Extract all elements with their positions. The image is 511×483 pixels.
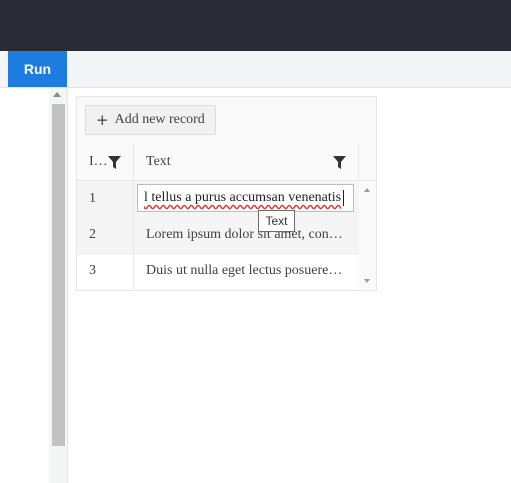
cell-id[interactable]: 1 bbox=[77, 181, 134, 217]
cell-id[interactable]: 2 bbox=[77, 217, 134, 253]
column-header-id[interactable]: I… bbox=[77, 144, 134, 180]
grid-scroll-down-icon[interactable] bbox=[364, 279, 370, 283]
column-header-id-label: I… bbox=[89, 154, 108, 169]
column-header-text-label: Text bbox=[146, 154, 171, 169]
grid-scroll-up-icon[interactable] bbox=[364, 188, 370, 192]
grid-header-row: I… Text bbox=[77, 144, 376, 181]
grid-scrollbar[interactable] bbox=[359, 181, 376, 290]
grid-toolbar: + Add new record bbox=[77, 97, 376, 145]
cell-text[interactable]: Duis ut nulla eget lectus posuere… bbox=[134, 253, 359, 289]
table-row[interactable]: 3 Duis ut nulla eget lectus posuere… bbox=[77, 253, 359, 289]
add-record-label: Add new record bbox=[114, 112, 205, 127]
editor-toolbar bbox=[0, 51, 511, 88]
add-record-button[interactable]: + Add new record bbox=[85, 105, 216, 135]
cell-text-value: Duis ut nulla eget lectus posuere… bbox=[146, 263, 343, 278]
text-cell-editor[interactable]: l tellus a purus accumsan venenatis bbox=[137, 184, 354, 212]
column-header-text[interactable]: Text bbox=[134, 144, 359, 180]
page-scrollbar-thumb[interactable] bbox=[52, 104, 65, 446]
column-tooltip: Text bbox=[258, 210, 295, 232]
editor-value: l tellus a purus accumsan venenatis bbox=[144, 190, 342, 205]
cell-text[interactable]: Lorem ipsum dolor sit amet, con… bbox=[134, 217, 359, 253]
data-grid: + Add new record I… Text 1 l tellus a pu… bbox=[76, 96, 377, 291]
scroll-up-arrow-icon[interactable] bbox=[53, 92, 61, 97]
table-row[interactable]: 1 l tellus a purus accumsan venenatis bbox=[77, 181, 359, 218]
run-button[interactable]: Run bbox=[8, 51, 67, 87]
cell-id[interactable]: 3 bbox=[77, 253, 134, 289]
grid-body: 1 l tellus a purus accumsan venenatis 2 … bbox=[77, 181, 376, 290]
filter-icon[interactable] bbox=[108, 156, 121, 169]
text-caret bbox=[343, 190, 345, 206]
filter-icon[interactable] bbox=[333, 156, 346, 169]
top-header-bar bbox=[0, 0, 511, 51]
cell-text-value: Lorem ipsum dolor sit amet, con… bbox=[146, 227, 343, 242]
header-scroll-spacer bbox=[359, 144, 376, 180]
plus-icon: + bbox=[96, 110, 109, 129]
table-row[interactable]: 2 Lorem ipsum dolor sit amet, con… bbox=[77, 217, 359, 254]
